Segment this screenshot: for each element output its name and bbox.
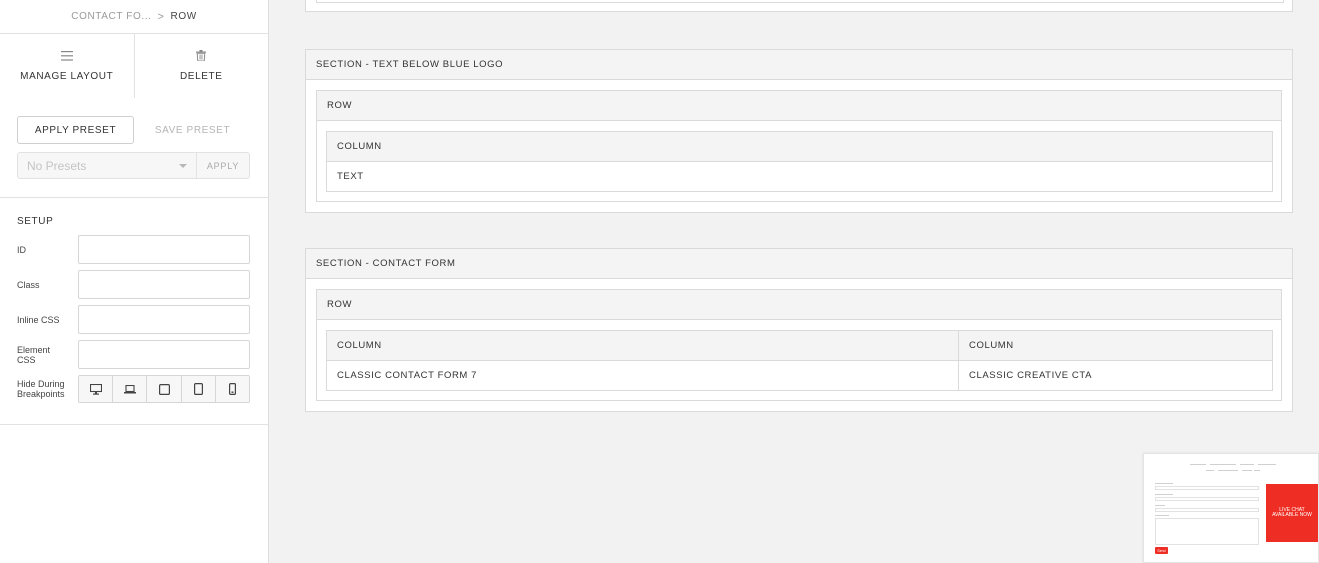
breakpoint-tablet-portrait-toggle[interactable] (182, 376, 216, 402)
preview-nav-item (1254, 470, 1260, 471)
page-preview-thumbnail[interactable]: Send LIVE CHAT AVAILABLE NOW (1143, 453, 1319, 563)
save-preset-button[interactable]: SAVE PRESET (134, 116, 251, 144)
preset-select-row: No Presets APPLY (0, 152, 268, 179)
apply-button[interactable]: APPLY (197, 152, 250, 179)
breakpoint-desktop-toggle[interactable] (79, 376, 114, 402)
desktop-icon (89, 383, 102, 395)
preset-row: APPLY PRESET SAVE PRESET (0, 116, 268, 144)
preset-select[interactable]: No Presets (17, 152, 197, 179)
section-text-below-blue-logo[interactable]: SECTION - TEXT BELOW BLUE LOGO ROW COLUM… (305, 49, 1293, 213)
preview-form-label (1155, 494, 1173, 495)
setup-panel: SETUP ID Class Inline CSS Element CSS Hi… (0, 197, 268, 425)
breadcrumb-current: ROW (170, 11, 197, 22)
tablet-landscape-icon (158, 383, 170, 395)
element-contact-form[interactable]: CLASSIC CONTACT FORM 7 (327, 361, 958, 390)
tablet-portrait-icon (193, 383, 203, 395)
breakpoints-label-line1: Hide During (17, 379, 65, 389)
column[interactable]: COLUMN CLASSIC CREATIVE CTA (959, 331, 1272, 390)
preview-nav-item (1242, 470, 1252, 471)
delete-button[interactable]: DELETE (135, 34, 269, 98)
column[interactable]: COLUMN TEXT (327, 132, 1272, 191)
row[interactable]: ROW COLUMN CLASSIC CONTACT FORM 7 COLUMN… (316, 289, 1282, 401)
layout-canvas: SECTION - TEXT BELOW BLUE LOGO ROW COLUM… (269, 0, 1319, 563)
preview-send-button: Send (1155, 547, 1168, 554)
preview-form-field (1155, 486, 1259, 490)
section-title[interactable]: SECTION - CONTACT FORM (306, 249, 1292, 279)
preview-nav-item (1218, 470, 1238, 471)
column-title[interactable]: COLUMN (959, 331, 1272, 361)
class-input[interactable] (78, 270, 250, 299)
id-field-row: ID (17, 235, 251, 264)
mobile-icon (228, 383, 236, 395)
sidebar-panel: CONTACT FO... > ROW MANAGE LAYOUT DELETE… (0, 0, 269, 563)
class-label: Class (17, 279, 40, 290)
element-css-input[interactable] (78, 340, 250, 369)
preview-live-chat-cta: LIVE CHAT AVAILABLE NOW (1266, 484, 1318, 542)
trash-icon (196, 50, 207, 64)
breakpoint-mobile-toggle[interactable] (216, 376, 249, 402)
breakpoints-label-line2: Breakpoints (17, 389, 65, 399)
laptop-icon (123, 384, 136, 393)
preview-form-label (1155, 505, 1165, 506)
inline-css-label: Inline CSS (17, 314, 60, 325)
breakpoint-tablet-landscape-toggle[interactable] (147, 376, 182, 402)
element-css-label-line1: Element (17, 344, 51, 355)
preview-form-label (1155, 483, 1173, 484)
columns-container: COLUMN TEXT (326, 131, 1273, 192)
breakpoints-field-row: Hide During Breakpoints (17, 375, 251, 403)
class-field-row: Class (17, 270, 251, 299)
breadcrumb-separator: > (157, 10, 165, 23)
element-css-label: Element CSS (17, 345, 78, 365)
setup-title: SETUP (17, 216, 54, 227)
inline-css-input[interactable] (78, 305, 250, 334)
chevron-down-icon (179, 163, 187, 168)
column-title[interactable]: COLUMN (327, 331, 958, 361)
preview-nav-item (1206, 470, 1214, 471)
preview-form-textarea (1155, 518, 1259, 545)
id-label: ID (17, 244, 26, 255)
breakpoints-label: Hide During Breakpoints (17, 379, 78, 399)
preview-form-field (1155, 497, 1259, 501)
columns-container: COLUMN CLASSIC CONTACT FORM 7 COLUMN CLA… (326, 330, 1273, 391)
inline-css-field-row: Inline CSS (17, 305, 251, 334)
row-title[interactable]: ROW (317, 290, 1281, 320)
section-previous[interactable] (305, 0, 1293, 12)
manage-layout-label: MANAGE LAYOUT (20, 70, 114, 82)
row[interactable]: ROW COLUMN TEXT (316, 90, 1282, 202)
preview-form-label (1155, 515, 1169, 516)
breakpoint-laptop-toggle[interactable] (113, 376, 148, 402)
element-css-label-line2: CSS (17, 354, 36, 365)
row-previous[interactable] (316, 0, 1284, 3)
preview-nav-item (1258, 464, 1276, 465)
preview-nav-item (1190, 464, 1206, 465)
breakpoint-toggle-group (78, 375, 250, 403)
column[interactable]: COLUMN CLASSIC CONTACT FORM 7 (327, 331, 959, 390)
element-css-field-row: Element CSS (17, 340, 251, 369)
id-input[interactable] (78, 235, 250, 264)
breadcrumb-parent[interactable]: CONTACT FO... (71, 11, 151, 22)
row-title[interactable]: ROW (317, 91, 1281, 121)
preview-nav-item (1210, 464, 1236, 465)
section-contact-form[interactable]: SECTION - CONTACT FORM ROW COLUMN CLASSI… (305, 248, 1293, 412)
preset-select-value: No Presets (27, 158, 87, 173)
menu-icon (60, 50, 73, 64)
preview-nav-item (1240, 464, 1254, 465)
breadcrumb: CONTACT FO... > ROW (0, 0, 268, 34)
element-creative-cta[interactable]: CLASSIC CREATIVE CTA (959, 361, 1272, 390)
section-title[interactable]: SECTION - TEXT BELOW BLUE LOGO (306, 50, 1292, 80)
preview-form-field (1155, 508, 1259, 512)
element-text[interactable]: TEXT (327, 162, 1272, 191)
delete-label: DELETE (179, 71, 223, 82)
manage-layout-button[interactable]: MANAGE LAYOUT (0, 34, 134, 98)
apply-preset-button[interactable]: APPLY PRESET (17, 116, 134, 144)
column-title[interactable]: COLUMN (327, 132, 1272, 162)
action-bar: MANAGE LAYOUT DELETE (0, 34, 268, 98)
